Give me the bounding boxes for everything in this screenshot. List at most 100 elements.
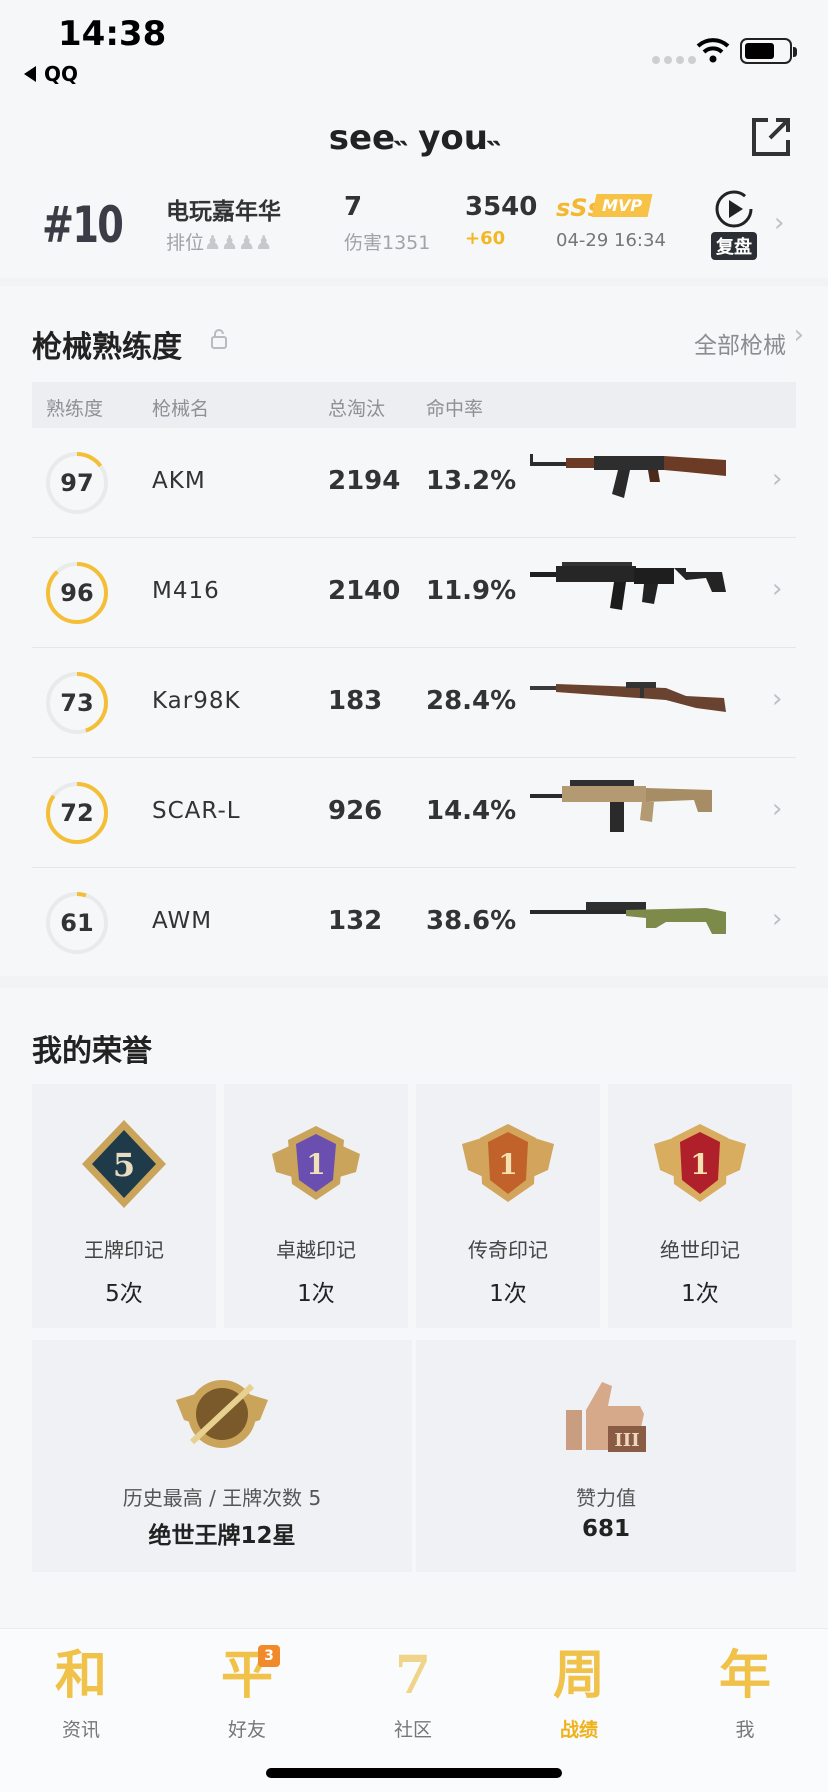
weapon-row[interactable]: 61 AWM 132 38.6% › xyxy=(32,868,796,978)
badge-label: 传奇印记 xyxy=(468,1238,548,1262)
weapon-accuracy: 13.2% xyxy=(426,466,517,496)
highest-tier-icon xyxy=(176,1380,268,1448)
tab-me[interactable]: 年 我 xyxy=(690,1645,800,1742)
honor-badge[interactable]: 1 绝世印记 1次 xyxy=(608,1084,792,1328)
honor-badge[interactable]: 1 传奇印记 1次 xyxy=(416,1084,600,1328)
col-total-kills: 总淘汰 xyxy=(328,398,386,420)
news-tab-icon: 和 xyxy=(54,1645,107,1706)
honor-badge[interactable]: 1 卓越印记 1次 xyxy=(224,1084,408,1328)
match-rank: #10 xyxy=(42,196,124,254)
weapon-kills: 2140 xyxy=(328,576,401,606)
tab-community[interactable]: 7 社区 xyxy=(358,1645,468,1742)
proficiency-level: 73 xyxy=(60,689,94,717)
friends-badge: 3 xyxy=(258,1645,280,1667)
back-to-app-link[interactable]: QQ xyxy=(24,62,78,86)
tab-label: 资讯 xyxy=(61,1719,100,1741)
weapon-kills: 2194 xyxy=(328,466,401,496)
badge-count: 1次 xyxy=(681,1281,719,1307)
clock: 14:38 xyxy=(58,14,167,54)
peerless-mark-icon: 1 xyxy=(654,1124,746,1202)
latest-match-row[interactable]: #10 电玩嘉年华 排位♟♟♟♟ 7 伤害1351 3540 +60 sSs M… xyxy=(0,188,828,272)
team-size-icon: ♟♟♟♟ xyxy=(204,232,273,254)
likes-card[interactable]: III 赞力值 681 xyxy=(416,1340,796,1572)
honor-badge[interactable]: 5 王牌印记 5次 xyxy=(32,1084,216,1328)
proficiency-ring: 72 xyxy=(44,780,110,846)
honor-section-title: 我的荣誉 xyxy=(32,1034,152,1069)
tab-label: 我 xyxy=(735,1719,755,1741)
chevron-right-icon: › xyxy=(772,794,783,824)
weapon-row[interactable]: 72 SCAR-L 926 14.4% › xyxy=(32,758,796,868)
akm-rifle-icon xyxy=(530,454,726,498)
chevron-right-icon: › xyxy=(772,574,783,604)
proficiency-ring: 96 xyxy=(44,560,110,626)
chevron-right-icon: › xyxy=(772,904,783,934)
match-kills: 7 xyxy=(344,192,363,222)
match-type: 排位♟♟♟♟ xyxy=(166,228,272,255)
weapon-accuracy: 28.4% xyxy=(426,686,517,716)
weapon-name: SCAR-L xyxy=(152,798,241,824)
tab-news[interactable]: 和 资讯 xyxy=(26,1645,136,1742)
replay-label: 复盘 xyxy=(711,232,757,260)
svg-text:1: 1 xyxy=(498,1148,517,1181)
weapon-section-title: 枪械熟练度 xyxy=(32,330,182,365)
svg-text:III: III xyxy=(614,1430,639,1451)
profile-header: see˵ you˵ #10 电玩嘉年华 排位♟♟♟♟ 7 伤害1351 3540… xyxy=(0,100,828,278)
svg-text:1: 1 xyxy=(690,1148,709,1181)
likes-label: 赞力值 xyxy=(576,1486,636,1510)
chevron-right-icon: › xyxy=(772,684,783,714)
col-weapon-name: 枪械名 xyxy=(152,398,210,420)
proficiency-ring: 73 xyxy=(44,670,110,736)
home-indicator[interactable] xyxy=(266,1768,562,1778)
col-accuracy: 命中率 xyxy=(426,398,484,420)
proficiency-level: 96 xyxy=(60,579,94,607)
weapon-kills: 132 xyxy=(328,906,383,936)
proficiency-ring: 61 xyxy=(44,890,110,956)
weapon-row[interactable]: 97 AKM 2194 13.2% › xyxy=(32,428,796,538)
back-app-label: QQ xyxy=(44,62,79,86)
status-bar: 14:38 QQ xyxy=(0,0,828,100)
battery-icon xyxy=(740,38,797,64)
proficiency-ring: 97 xyxy=(44,450,110,516)
wifi-icon xyxy=(696,38,730,63)
proficiency-level: 61 xyxy=(60,909,94,937)
replay-button[interactable]: 复盘 xyxy=(706,188,762,260)
tab-friends[interactable]: 平 3 好友 xyxy=(192,1645,302,1742)
highest-tier-value: 绝世王牌12星 xyxy=(148,1523,296,1549)
rank-label: 排位 xyxy=(166,232,205,254)
weapon-row[interactable]: 96 M416 2140 11.9% › xyxy=(32,538,796,648)
weapon-row[interactable]: 73 Kar98K 183 28.4% › xyxy=(32,648,796,758)
m416-rifle-icon xyxy=(530,562,726,610)
badge-count: 1次 xyxy=(297,1281,335,1307)
me-tab-icon: 年 xyxy=(718,1645,771,1706)
chevron-right-icon: › xyxy=(772,464,783,494)
match-score: 3540 xyxy=(465,192,538,222)
tab-label: 战绩 xyxy=(559,1719,598,1741)
badge-label: 卓越印记 xyxy=(276,1238,356,1262)
records-tab-icon: 周 xyxy=(552,1645,605,1706)
friends-tab-icon: 平 xyxy=(220,1645,273,1706)
cellular-signal-icon xyxy=(652,49,700,68)
player-name: see˵ you˵ xyxy=(328,118,500,158)
badge-label: 绝世印记 xyxy=(660,1238,740,1262)
honor-section: 我的荣誉 5 王牌印记 5次 1 卓越印记 1次 1 传奇印记 1次 1 绝世印… xyxy=(0,988,828,1628)
kar98k-rifle-icon xyxy=(530,682,726,712)
excellence-mark-icon: 1 xyxy=(272,1126,360,1200)
ace-mark-icon: 5 xyxy=(82,1120,166,1208)
weapon-kills: 926 xyxy=(328,796,383,826)
weapon-table-header: 熟练度 枪械名 总淘汰 命中率 xyxy=(32,382,796,428)
chevron-right-icon: › xyxy=(793,320,804,350)
tab-label: 好友 xyxy=(227,1719,266,1741)
weapon-name: M416 xyxy=(152,578,220,604)
match-damage: 伤害1351 xyxy=(344,232,431,254)
share-icon[interactable] xyxy=(748,114,794,160)
awm-sniper-icon xyxy=(530,902,726,934)
score-delta: +60 xyxy=(465,228,506,249)
proficiency-level: 97 xyxy=(60,469,94,497)
all-weapons-link[interactable]: 全部枪械 xyxy=(694,326,786,360)
scar-l-rifle-icon xyxy=(530,780,712,832)
highest-tier-card[interactable]: 历史最高 / 王牌次数 5 绝世王牌12星 xyxy=(32,1340,412,1572)
tab-records[interactable]: 周 战绩 xyxy=(524,1645,634,1742)
proficiency-level: 72 xyxy=(60,799,94,827)
weapon-name: Kar98K xyxy=(152,688,241,714)
weapon-kills: 183 xyxy=(328,686,383,716)
